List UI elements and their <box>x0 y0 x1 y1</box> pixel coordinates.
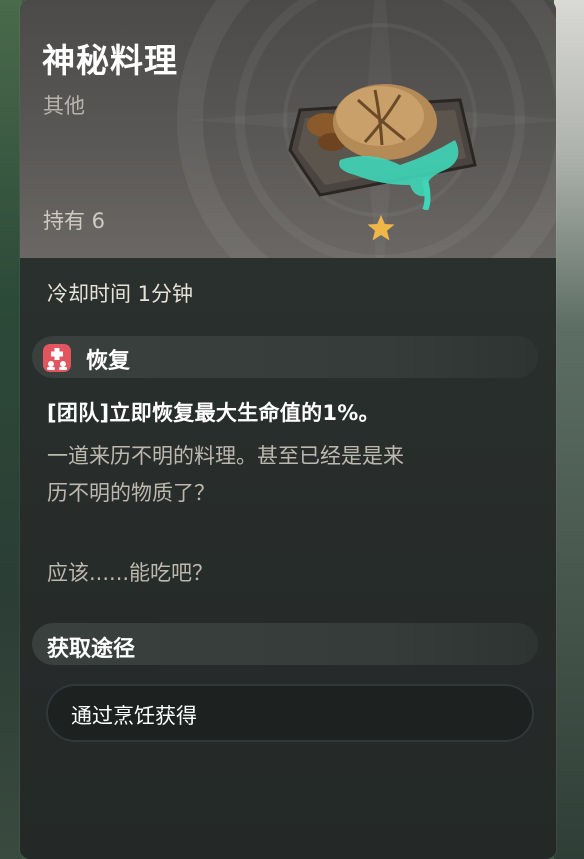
item-category: 其他 <box>43 94 85 118</box>
source-section-label: 获取途径 <box>47 637 136 662</box>
rarity-star-icon <box>367 215 395 241</box>
mysterious-dish-icon <box>288 84 477 210</box>
item-description-line: 应该......能吃吧？ <box>47 561 214 585</box>
effect-section-label: 恢复 <box>86 349 131 374</box>
cooldown-text: 冷却时间 1分钟 <box>47 282 194 306</box>
item-detail-card: 神秘料理 其他 持有 6 冷却时间 1分钟 恢复 [团队]立即恢复最大生命值的1… <box>20 0 556 859</box>
obtain-method-label[interactable]: 通过烹饪获得 <box>71 700 197 730</box>
background-right-edge <box>554 0 584 859</box>
item-description-line: 历不明的物质了？ <box>47 481 215 505</box>
item-description-line: 一道来历不明的料理。甚至已经是是来 <box>47 444 404 468</box>
item-header: 神秘料理 其他 持有 6 <box>20 0 556 258</box>
item-title: 神秘料理 <box>42 41 178 80</box>
effect-text: [团队]立即恢复最大生命值的1%。 <box>47 401 380 425</box>
background-left-edge <box>0 0 22 859</box>
item-held-count: 持有 6 <box>43 209 106 233</box>
heal-icon <box>43 344 71 372</box>
